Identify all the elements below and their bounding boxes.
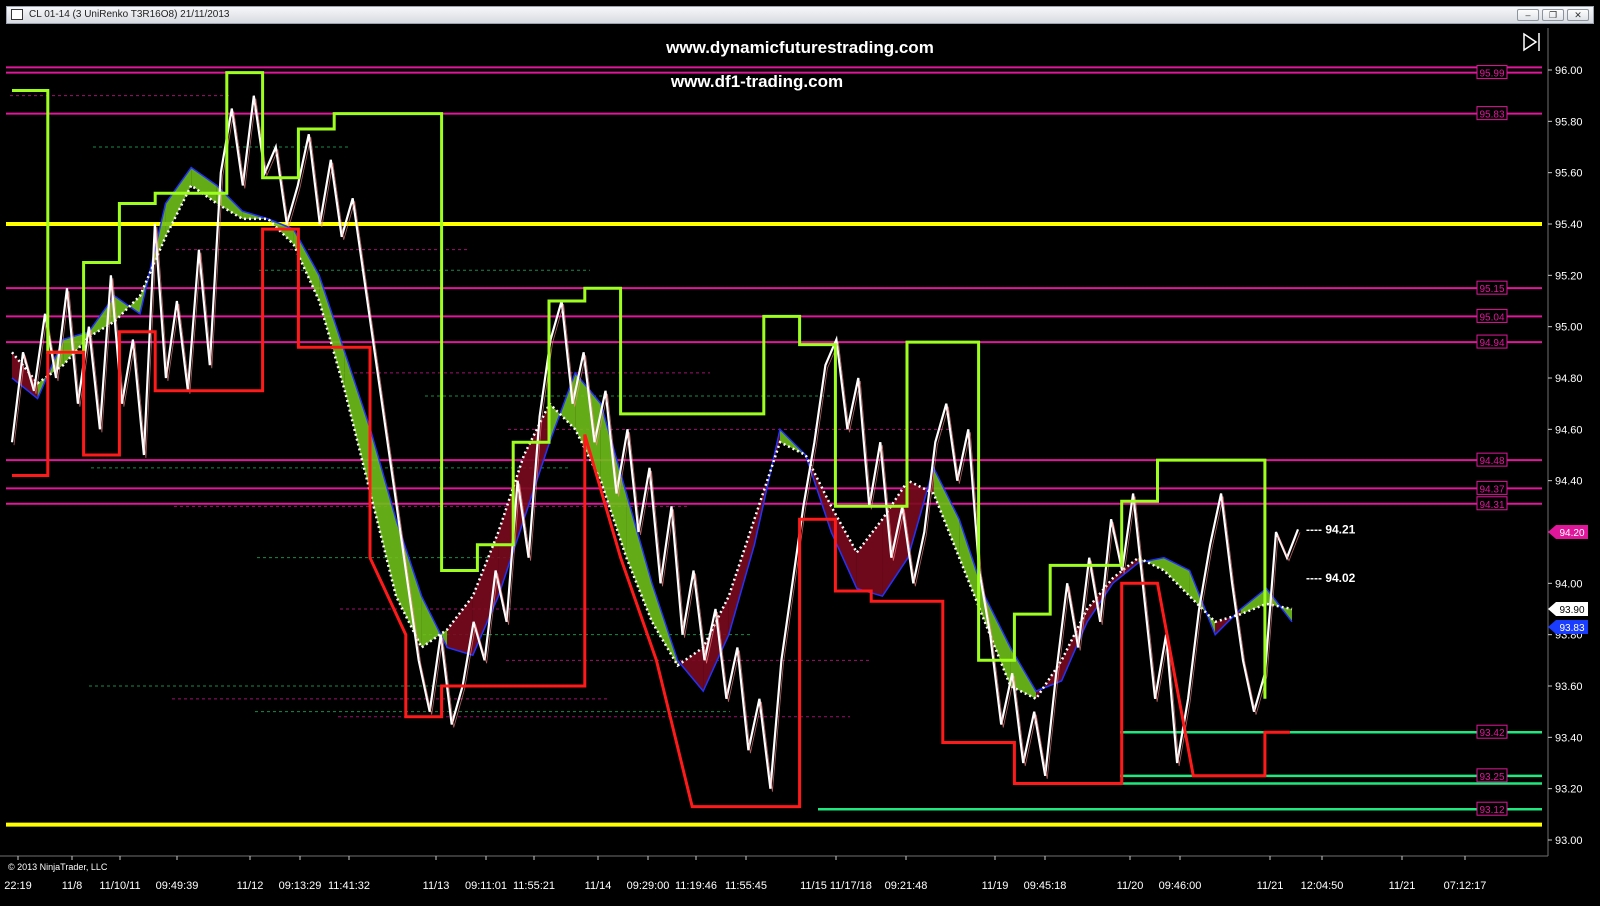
- y-tick-label: 94.60: [1555, 424, 1583, 436]
- price-marker-text: 93.83: [1559, 623, 1584, 634]
- x-tick-label: 11/21: [1389, 880, 1416, 892]
- price-chart[interactable]: 96.00 95.80 95.60 95.40 95.20 95.00 94.80 94.60…: [0, 28, 1600, 906]
- level-label-text: 93.42: [1479, 728, 1504, 739]
- copyright-text: © 2013 NinjaTrader, LLC: [8, 862, 108, 872]
- level-label-text: 94.37: [1479, 484, 1504, 495]
- x-tick-label: 11/15 11/17/18: [800, 880, 872, 892]
- y-tick-label: 95.00: [1555, 322, 1583, 334]
- title-bar-panel[interactable]: CL 01-14 (3 UniRenko T3R16O8) 21/11/2013…: [6, 6, 1594, 24]
- x-tick-label: 12:04:50: [1301, 880, 1344, 892]
- level-label-text: 94.48: [1479, 456, 1504, 467]
- level-label-text: 94.94: [1479, 338, 1504, 349]
- price-annotation: ---- 94.02: [1306, 571, 1356, 585]
- y-tick-label: 95.80: [1555, 116, 1583, 128]
- x-tick-label: 09:13:29: [279, 880, 322, 892]
- price-annotation: ---- 94.21: [1306, 522, 1356, 536]
- x-tick-label: 09:45:18: [1024, 880, 1067, 892]
- x-tick-label: 11/21: [1257, 880, 1284, 892]
- y-tick-label: 95.60: [1555, 168, 1583, 180]
- watermark-url-2: www.df1-trading.com: [670, 72, 843, 91]
- y-tick-label: 95.20: [1555, 270, 1583, 282]
- title-bar[interactable]: CL 01-14 (3 UniRenko T3R16O8) 21/11/2013…: [0, 0, 1600, 28]
- watermark-url-1: www.dynamicfuturestrading.com: [665, 38, 934, 57]
- x-tick-label: 11/8: [62, 880, 83, 892]
- level-label-text: 93.25: [1479, 772, 1504, 783]
- y-tick-label: 94.00: [1555, 578, 1583, 590]
- x-tick-label: 07:12:17: [1444, 880, 1487, 892]
- y-tick-label: 93.60: [1555, 681, 1583, 693]
- minimize-button[interactable]: –: [1517, 9, 1539, 21]
- level-label-text: 95.99: [1479, 69, 1504, 80]
- level-label-text: 93.12: [1479, 805, 1504, 816]
- x-tick-label: 11/10/11: [99, 880, 140, 892]
- y-tick-label: 93.00: [1555, 835, 1583, 847]
- y-tick-label: 94.40: [1555, 476, 1583, 488]
- y-tick-label: 96.00: [1555, 65, 1583, 77]
- x-tick-label: 11:19:46: [675, 880, 717, 892]
- level-label-text: 95.15: [1479, 284, 1504, 295]
- maximize-button[interactable]: ❐: [1542, 9, 1564, 21]
- close-button[interactable]: ✕: [1567, 9, 1589, 21]
- level-label-text: 95.04: [1479, 312, 1504, 323]
- x-tick-label: 09:49:39: [156, 880, 199, 892]
- x-tick-label: 11/19: [982, 880, 1009, 892]
- x-tick-label: 11/13: [423, 880, 450, 892]
- x-tick-label: 09:46:00: [1159, 880, 1202, 892]
- x-tick-label: 22:19: [4, 880, 32, 892]
- y-tick-label: 95.40: [1555, 219, 1583, 231]
- x-tick-label: 11/12: [237, 880, 264, 892]
- x-tick-label: 11:41:32: [328, 880, 370, 892]
- ninjatrader-window: CL 01-14 (3 UniRenko T3R16O8) 21/11/2013…: [0, 0, 1600, 906]
- window-title: CL 01-14 (3 UniRenko T3R16O8) 21/11/2013: [29, 9, 230, 20]
- x-tick-label: 09:21:48: [885, 880, 928, 892]
- x-tick-label: 11/20: [1117, 880, 1144, 892]
- x-tick-label: 11:55:45: [725, 880, 767, 892]
- price-marker-text: 93.90: [1559, 605, 1584, 616]
- x-tick-label: 11/14: [585, 880, 612, 892]
- y-tick-label: 93.40: [1555, 732, 1583, 744]
- x-tick-label: 11:55:21: [513, 880, 555, 892]
- y-tick-label: 93.20: [1555, 784, 1583, 796]
- chart-app-icon: [11, 9, 23, 20]
- price-marker-text: 94.20: [1559, 528, 1584, 539]
- x-tick-label: 09:11:01: [465, 880, 507, 892]
- y-tick-label: 94.80: [1555, 373, 1583, 385]
- level-label-text: 95.83: [1479, 110, 1504, 121]
- level-label-text: 94.31: [1479, 500, 1504, 511]
- x-tick-label: 09:29:00: [627, 880, 670, 892]
